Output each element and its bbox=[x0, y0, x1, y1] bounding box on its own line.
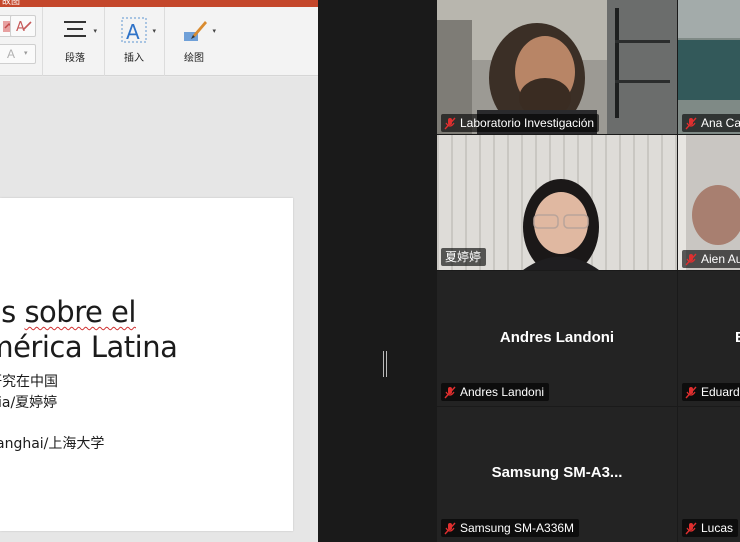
insert-text-icon: A bbox=[121, 17, 147, 44]
ribbon-toolbar: A A ▾ ▾ 段落 A ▾ 插入 ▾ 绘图 bbox=[0, 7, 318, 76]
slide-subtitle-line1: 研究在中国 bbox=[0, 374, 58, 390]
app-titlebar: 故图 bbox=[0, 0, 318, 7]
participant-name-tag: Ana Ca bbox=[682, 114, 740, 132]
participant-name-tag: 夏婷婷 bbox=[441, 248, 487, 266]
participant-tile[interactable]: Andres Landoni Andres Landoni bbox=[437, 271, 677, 406]
slide[interactable]: nos sobre el América Latina 研究在中国 ia/夏婷婷… bbox=[0, 198, 293, 531]
paragraph-button[interactable]: ▾ 段落 bbox=[51, 15, 99, 71]
mic-muted-icon bbox=[685, 117, 697, 129]
participant-name-tag: Aien Au bbox=[682, 250, 740, 268]
participant-tile[interactable]: Samsung SM-A3... Samsung SM-A336M bbox=[437, 407, 677, 542]
chevron-down-icon: ▾ bbox=[152, 28, 156, 35]
participant-tile[interactable]: Lucas bbox=[678, 407, 740, 542]
participant-name-tag: Andres Landoni bbox=[441, 383, 550, 401]
participant-name: Andres Landoni bbox=[460, 385, 545, 399]
participant-name: Eduard bbox=[701, 385, 740, 399]
paragraph-label: 段落 bbox=[65, 53, 85, 64]
presentation-app: 故图 A A ▾ ▾ 段落 A ▾ 插入 ▾ 绘图 s sobre el éri… bbox=[0, 0, 318, 542]
mic-muted-icon bbox=[444, 117, 456, 129]
draw-button[interactable]: ▾ 绘图 bbox=[170, 15, 218, 71]
participant-display-name: Samsung SM-A3... bbox=[491, 464, 623, 481]
insert-button[interactable]: A ▾ 插入 bbox=[110, 15, 158, 71]
slide-title-line1: nos sobre el bbox=[0, 295, 293, 330]
drawing-icon bbox=[184, 21, 207, 41]
title-fragment: 故图 bbox=[2, 0, 21, 6]
participant-display-name: E bbox=[735, 329, 740, 346]
slide-subtitle-line3: anghai/上海大学 bbox=[0, 436, 105, 452]
participant-name: Ana Ca bbox=[701, 116, 740, 130]
ribbon-group-font bbox=[0, 7, 43, 76]
slide-title-line2: América Latina bbox=[0, 330, 178, 364]
slide-subtitle-line2: ia/夏婷婷 bbox=[0, 395, 58, 411]
ribbon-group-paragraph: ▾ 段落 bbox=[43, 7, 105, 76]
splitter-handle[interactable] bbox=[383, 351, 387, 377]
screen: 故图 A A ▾ ▾ 段落 A ▾ 插入 ▾ 绘图 s sobre el éri… bbox=[0, 0, 740, 542]
ribbon-group-insert: A ▾ 插入 bbox=[105, 7, 165, 76]
mic-muted-icon bbox=[444, 522, 456, 534]
participant-tile[interactable]: Ana Ca bbox=[678, 0, 740, 134]
participant-name: 夏婷婷 bbox=[445, 250, 482, 264]
participant-name-tag: Eduard bbox=[682, 383, 740, 401]
participant-name: Laboratorio Investigación bbox=[460, 116, 595, 130]
mic-muted-icon bbox=[685, 522, 697, 534]
slide-canvas[interactable]: nos sobre el América Latina 研究在中国 ia/夏婷婷… bbox=[0, 77, 318, 542]
participant-name: Lucas bbox=[701, 521, 734, 535]
draw-label: 绘图 bbox=[184, 53, 204, 64]
mic-muted-icon bbox=[685, 253, 697, 265]
participant-name-tag: Samsung SM-A336M bbox=[441, 519, 580, 537]
participant-tile[interactable]: E Eduard bbox=[678, 271, 740, 406]
participant-name: Samsung SM-A336M bbox=[460, 521, 575, 535]
participant-tile-active-speaker[interactable]: 夏婷婷 bbox=[437, 135, 677, 270]
slide-title-word: nos bbox=[0, 295, 16, 329]
participant-name-tag: Laboratorio Investigación bbox=[441, 114, 600, 132]
insert-label: 插入 bbox=[124, 53, 144, 64]
participant-tile[interactable]: Aien Au bbox=[678, 135, 740, 270]
chevron-down-icon: ▾ bbox=[93, 28, 97, 35]
slide-title-word-misspelled: sobre el bbox=[24, 295, 136, 329]
paragraph-icon bbox=[64, 21, 86, 37]
participant-name: Aien Au bbox=[701, 252, 740, 266]
chevron-down-icon: ▾ bbox=[212, 28, 216, 35]
ribbon-group-draw: ▾ 绘图 bbox=[165, 7, 225, 76]
mic-muted-icon bbox=[685, 386, 697, 398]
participant-tile[interactable]: Laboratorio Investigación bbox=[437, 0, 677, 134]
mic-muted-icon bbox=[444, 386, 456, 398]
svg-text:A: A bbox=[126, 20, 140, 44]
participant-name-tag: Lucas bbox=[682, 519, 739, 537]
participant-display-name: Andres Landoni bbox=[499, 329, 615, 346]
